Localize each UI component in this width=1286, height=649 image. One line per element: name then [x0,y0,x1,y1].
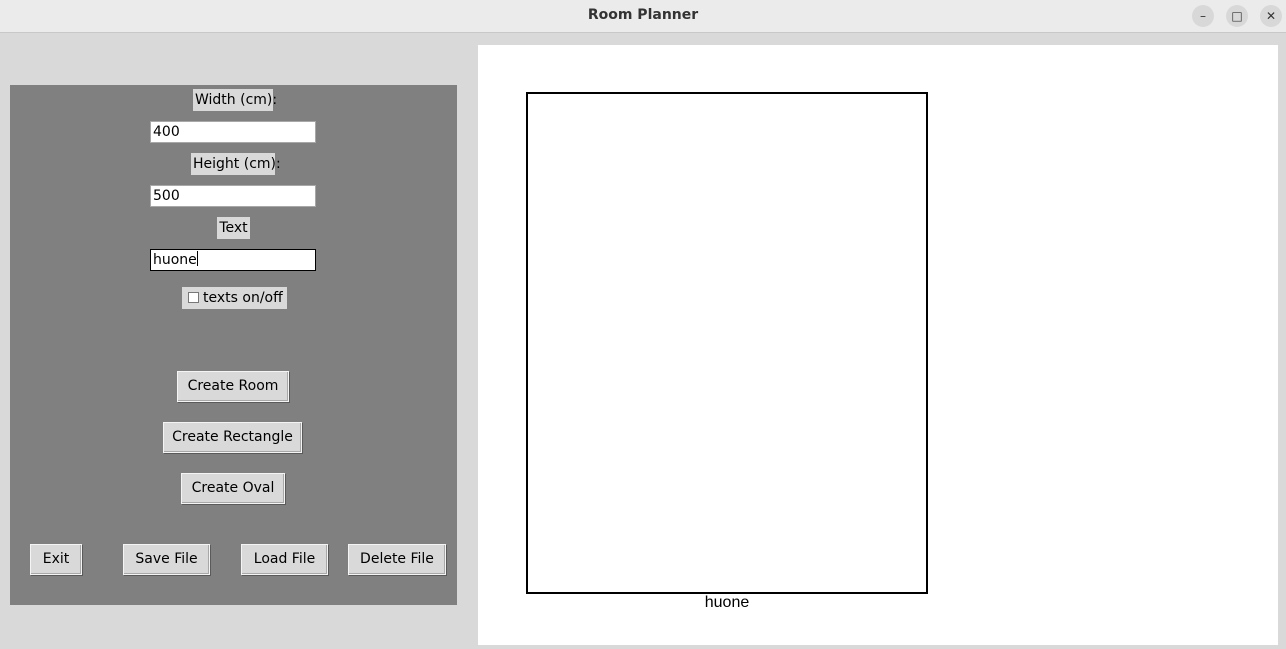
maximize-icon[interactable]: □ [1226,5,1248,27]
width-label: Width (cm): [193,89,277,111]
text-input[interactable]: huone [150,249,316,271]
height-label: Height (cm): [191,153,281,175]
save-file-button[interactable]: Save File [123,544,210,575]
room-shape[interactable] [526,92,928,594]
width-input-value: 400 [153,124,180,140]
text-input-value: huone [153,252,197,268]
delete-file-button[interactable]: Delete File [348,544,446,575]
height-input[interactable]: 500 [150,185,316,207]
minimize-icon[interactable]: – [1192,5,1214,27]
exit-button[interactable]: Exit [30,544,82,575]
create-room-button[interactable]: Create Room [177,371,289,402]
window-title: Room Planner [587,7,699,23]
text-caret [196,251,198,266]
checkbox-box-icon [188,292,199,303]
load-file-button[interactable]: Load File [241,544,328,575]
title-bar: Room Planner – □ ✕ [0,0,1286,33]
drawing-canvas[interactable]: huone [478,45,1278,645]
create-rectangle-button[interactable]: Create Rectangle [163,422,302,453]
close-icon[interactable]: ✕ [1260,5,1282,27]
height-input-value: 500 [153,188,180,204]
texts-toggle-checkbox[interactable]: texts on/off [182,287,287,309]
texts-toggle-label: texts on/off [203,290,283,306]
room-label: huone [704,594,750,611]
create-oval-button[interactable]: Create Oval [181,473,285,504]
text-label: Text [217,217,250,239]
width-input[interactable]: 400 [150,121,316,143]
control-panel: Width (cm): 400 Height (cm): 500 Text hu… [10,85,457,605]
